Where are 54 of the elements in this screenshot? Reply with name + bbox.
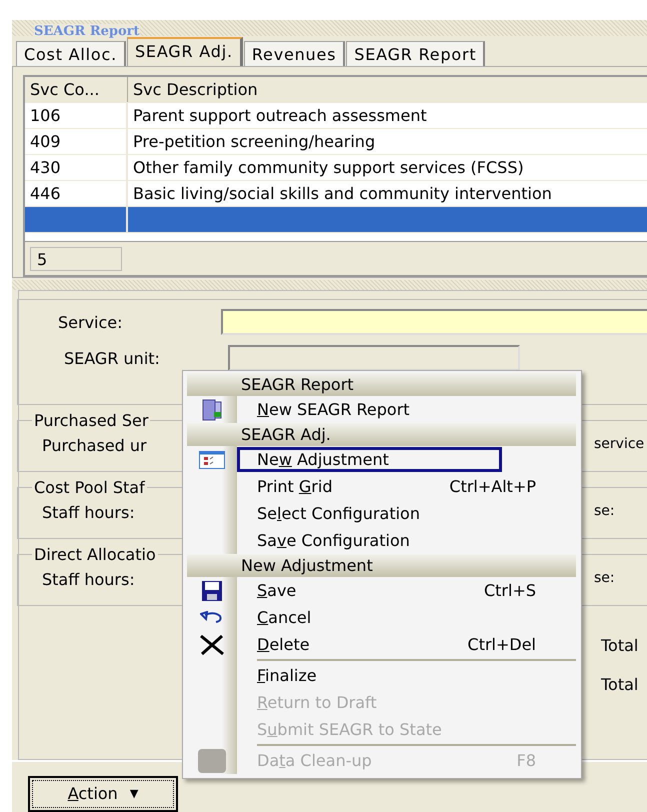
- field-label: Service:: [58, 312, 124, 332]
- menu-item[interactable]: Select Configuration: [237, 501, 576, 526]
- total-label: Total: [601, 675, 640, 694]
- field-label: se:: [594, 570, 616, 588]
- column-header[interactable]: Svc Description: [128, 77, 647, 102]
- tab[interactable]: SEAGR Adj.: [126, 37, 243, 66]
- menu-item[interactable]: Cancel: [237, 605, 576, 630]
- table-cell: Basic living/social skills and community intervention: [133, 184, 552, 203]
- total-label: Total: [601, 636, 640, 655]
- field-label: service: [594, 436, 646, 454]
- table-cell: Pre-petition screening/hearing: [133, 132, 376, 151]
- table-cell: 106: [30, 106, 61, 125]
- field-label: se:: [594, 503, 616, 521]
- field-label: Purchased ur: [42, 436, 147, 455]
- tab[interactable]: SEAGR Report: [346, 41, 486, 66]
- table-row[interactable]: 430 Other family community support services (FCSS): [25, 155, 647, 181]
- field-label: Staff hours:: [42, 570, 135, 589]
- panel-title: SEAGR Report: [34, 24, 140, 39]
- table-row[interactable]: [25, 207, 647, 233]
- menu-item[interactable]: New Adjustment: [237, 447, 502, 472]
- menu-section-header: SEAGR Report: [240, 374, 354, 396]
- menu-item[interactable]: Save Configuration: [237, 528, 576, 553]
- save-icon: [201, 580, 223, 602]
- group-title: Purchased Ser: [33, 411, 150, 430]
- action-button[interactable]: Action ▼: [28, 776, 178, 812]
- tab[interactable]: Cost Alloc.: [16, 41, 126, 66]
- input-field[interactable]: [228, 345, 520, 371]
- field-label: SEAGR unit:: [63, 348, 161, 368]
- menu-section-header: SEAGR Adj.: [240, 424, 331, 446]
- table-cell: Other family community support services (FCSS): [133, 158, 524, 177]
- undo-icon: [200, 610, 224, 624]
- group-title: Direct Allocatio: [33, 545, 157, 564]
- table-cell: 409: [30, 132, 61, 151]
- blank-icon: [198, 748, 226, 772]
- field-label: Staff hours:: [42, 503, 135, 522]
- table-row[interactable]: 409 Pre-petition screening/hearing: [25, 129, 647, 155]
- table-cell: 430: [30, 158, 61, 177]
- menu-item[interactable]: New SEAGR Report: [237, 397, 576, 422]
- column-header[interactable]: Svc Co...: [25, 77, 128, 102]
- menu-item[interactable]: Finalize: [237, 663, 576, 688]
- menu-item[interactable]: Save Ctrl+S: [237, 578, 576, 603]
- table-row[interactable]: 106 Parent support outreach assessment: [25, 103, 647, 129]
- menu-section-header: New Adjustment: [240, 555, 373, 577]
- table-cell: 446: [30, 184, 61, 203]
- delete-icon: [199, 634, 225, 656]
- group-title: Cost Pool Staf: [33, 478, 146, 497]
- table-cell: Parent support outreach assessment: [133, 106, 427, 125]
- tab[interactable]: Revenues: [244, 41, 346, 66]
- row-count: 5: [30, 247, 122, 271]
- door-icon: [201, 398, 223, 422]
- menu-item[interactable]: Print Grid Ctrl+Alt+P: [237, 474, 576, 499]
- input-field[interactable]: [220, 309, 647, 335]
- menu-item[interactable]: Delete Ctrl+Del: [237, 632, 576, 657]
- checklist-icon: [199, 450, 225, 468]
